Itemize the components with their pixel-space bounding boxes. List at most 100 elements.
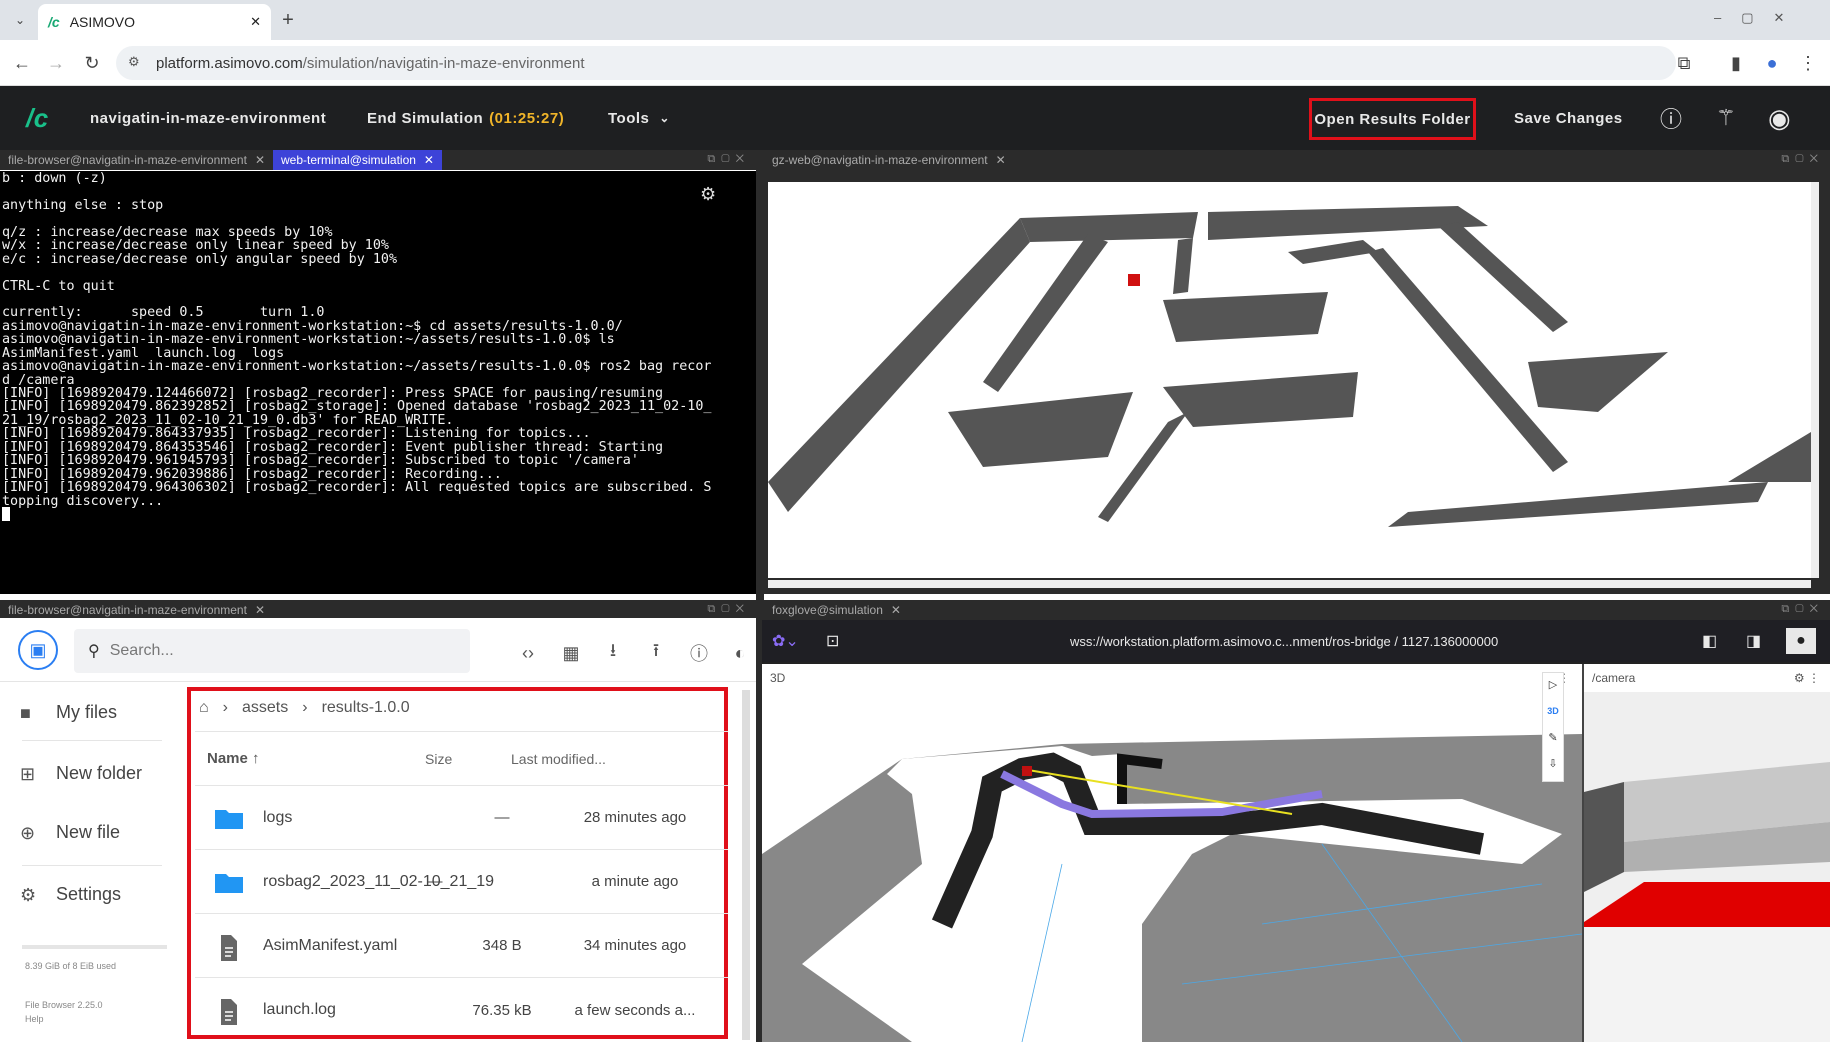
column-header-row: Name ↑ Size Last modified... xyxy=(195,732,728,786)
terminal-line: AsimManifest.yaml launch.log logs xyxy=(2,345,285,361)
robot-marker xyxy=(1022,766,1032,776)
foxglove-panel-tabs: foxglove@simulation ✕ ⧉▢✕ xyxy=(764,600,1830,620)
code-view-icon[interactable]: ‹› xyxy=(515,640,541,666)
sidebar-item-new-folder[interactable]: ⊞ New folder xyxy=(20,763,142,784)
site-info-icon[interactable]: ⚙ xyxy=(128,54,140,70)
sidebar-item-new-file[interactable]: ⊕ New file xyxy=(20,822,120,843)
asimovo-logo-icon[interactable]: /c xyxy=(26,86,49,150)
column-size[interactable]: Size xyxy=(425,751,452,767)
search-input[interactable]: ⚲ Search... xyxy=(74,629,470,673)
tab-gz-web[interactable]: gz-web@navigatin-in-maze-environment ✕ xyxy=(764,150,1014,170)
address-bar[interactable]: ⚙ platform.asimovo.com/simulation/naviga… xyxy=(116,46,1676,80)
select-tool-icon[interactable]: ▷ xyxy=(1543,673,1563,697)
connection-status[interactable]: wss://workstation.platform.asimovo.c...n… xyxy=(1070,634,1498,649)
tab-label: file-browser@navigatin-in-maze-environme… xyxy=(8,603,247,617)
panel-window-controls[interactable]: ⧉▢✕ xyxy=(1781,153,1824,166)
right-sidebar-icon[interactable]: ◨ xyxy=(1746,631,1761,651)
open-results-label: Open Results Folder xyxy=(1314,110,1471,128)
maze-wall xyxy=(1438,222,1568,332)
new-tab-icon[interactable]: + xyxy=(272,4,304,36)
maze-wall xyxy=(1368,248,1568,472)
table-row[interactable]: AsimManifest.yaml 348 B 34 minutes ago xyxy=(195,914,728,978)
grid-view-icon[interactable]: ▦ xyxy=(558,640,584,666)
foxglove-logo-icon[interactable]: ✿⌄ xyxy=(772,631,799,651)
end-simulation-button[interactable]: End Simulation (01:25:27) xyxy=(367,86,564,150)
divider xyxy=(22,740,162,741)
tab-label: web-terminal@simulation xyxy=(281,153,416,167)
ruler-icon[interactable]: ✎ xyxy=(1543,725,1563,751)
tab-file-browser[interactable]: file-browser@navigatin-in-maze-environme… xyxy=(0,150,273,170)
close-icon[interactable]: ✕ xyxy=(255,603,265,617)
sidebar-item-settings[interactable]: ⚙ Settings xyxy=(20,884,121,905)
breadcrumb-assets[interactable]: assets xyxy=(242,699,288,717)
close-icon[interactable]: ✕ xyxy=(255,153,265,167)
maze-wall xyxy=(1528,352,1668,412)
column-modified[interactable]: Last modified... xyxy=(511,751,606,767)
gz-horizontal-scrollbar[interactable] xyxy=(768,580,1811,588)
terminal-line: CTRL-C to quit xyxy=(2,278,115,294)
tab-file-browser[interactable]: file-browser@navigatin-in-maze-environme… xyxy=(0,600,273,620)
help-icon[interactable]: ⓘ xyxy=(1660,86,1683,150)
help-link[interactable]: Help xyxy=(25,1014,44,1024)
end-simulation-label: End Simulation xyxy=(367,109,484,127)
tab-list-icon[interactable]: ⌄ xyxy=(4,4,36,36)
profile-icon[interactable]: ● xyxy=(1756,47,1788,79)
gazebo-3d-view[interactable] xyxy=(768,182,1811,578)
url-path: /simulation/navigatin-in-maze-environmen… xyxy=(302,54,585,72)
side-panel-icon[interactable]: ▮ xyxy=(1720,47,1752,79)
panel-window-controls[interactable]: ⧉▢✕ xyxy=(707,603,750,616)
reload-icon[interactable]: ↻ xyxy=(76,47,108,79)
publish-point-icon[interactable]: ⇩ xyxy=(1543,751,1563,777)
column-name-label: Name xyxy=(207,750,248,767)
camera-panel[interactable]: /camera ⚙ ⋮ xyxy=(1584,664,1830,1042)
3d-mode-toggle[interactable]: 3D xyxy=(1543,697,1563,725)
panel-window-controls[interactable]: ⧉▢✕ xyxy=(707,153,750,166)
file-modified: a minute ago xyxy=(591,873,679,890)
close-tab-icon[interactable]: ✕ xyxy=(250,14,261,30)
file-list-scrollbar[interactable] xyxy=(742,690,750,1040)
table-row[interactable]: rosbag2_2023_11_02-10_21_19 — a minute a… xyxy=(195,850,728,914)
more-icon[interactable]: ◐ xyxy=(727,640,753,666)
add-panel-icon[interactable]: ⊡ xyxy=(826,631,839,651)
download-icon[interactable]: ⭳ xyxy=(600,640,626,666)
account-icon[interactable]: ◉ xyxy=(1768,86,1791,150)
info-icon[interactable]: ⓘ xyxy=(686,640,712,666)
tab-web-terminal[interactable]: web-terminal@simulation ✕ xyxy=(273,150,442,170)
project-name: navigatin-in-maze-environment xyxy=(90,109,327,127)
panel-window-controls[interactable]: ⧉▢✕ xyxy=(1781,603,1824,616)
save-changes-button[interactable]: Save Changes xyxy=(1514,86,1623,150)
panel-settings-icon[interactable]: ⚙ ⋮ xyxy=(1794,671,1820,685)
home-icon[interactable]: ⌂ xyxy=(199,699,209,717)
user-icon[interactable]: ● xyxy=(1786,628,1816,654)
tools-menu[interactable]: Tools ⌄ xyxy=(608,86,670,150)
search-icon: ⚲ xyxy=(88,643,100,660)
table-row[interactable]: launch.log 76.35 kB a few seconds a... xyxy=(195,978,728,1042)
forward-icon[interactable]: → xyxy=(40,47,72,79)
column-name[interactable]: Name ↑ xyxy=(207,750,260,767)
close-icon[interactable]: ✕ xyxy=(891,603,901,617)
close-icon[interactable]: ✕ xyxy=(424,153,434,167)
magic-wand-icon[interactable]: ⚚ xyxy=(1716,86,1736,150)
breadcrumb: ⌂ › assets › results-1.0.0 xyxy=(199,699,410,717)
window-controls[interactable]: –▢✕ xyxy=(1714,10,1804,26)
close-icon[interactable]: ✕ xyxy=(996,153,1006,167)
upload-icon[interactable]: ⭱ xyxy=(643,640,669,666)
table-row[interactable]: logs — 28 minutes ago xyxy=(195,786,728,850)
3d-panel[interactable]: 3D ⚙ ⋮ ▷ 3D ✎ ⇩ xyxy=(762,664,1582,1042)
back-icon[interactable]: ← xyxy=(6,47,38,79)
menu-icon[interactable]: ⋮ xyxy=(1792,47,1824,79)
open-results-folder-button[interactable]: Open Results Folder xyxy=(1309,98,1476,140)
terminal-line: [INFO] [1698920479.864353546] [rosbag2_r… xyxy=(2,439,664,455)
tab-foxglove[interactable]: foxglove@simulation ✕ xyxy=(764,600,909,620)
foxglove-toolbar: ✿⌄ ⊡ wss://workstation.platform.asimovo.… xyxy=(762,620,1830,662)
search-placeholder: Search... xyxy=(109,642,174,659)
terminal-settings-icon[interactable]: ⚙ xyxy=(700,184,716,205)
breadcrumb-results[interactable]: results-1.0.0 xyxy=(322,699,410,717)
gz-vertical-scrollbar[interactable] xyxy=(1811,182,1819,578)
left-sidebar-icon[interactable]: ◧ xyxy=(1702,631,1717,651)
sidebar-item-my-files[interactable]: ■ My files xyxy=(20,702,117,723)
browser-tab[interactable]: /c ASIMOVO ✕ xyxy=(38,4,271,40)
filebrowser-logo-icon[interactable]: ▣ xyxy=(18,630,58,670)
terminal-line: b : down (-z) xyxy=(2,171,107,186)
web-terminal[interactable]: b : down (-z) anything else : stop q/z : i… xyxy=(0,171,756,594)
